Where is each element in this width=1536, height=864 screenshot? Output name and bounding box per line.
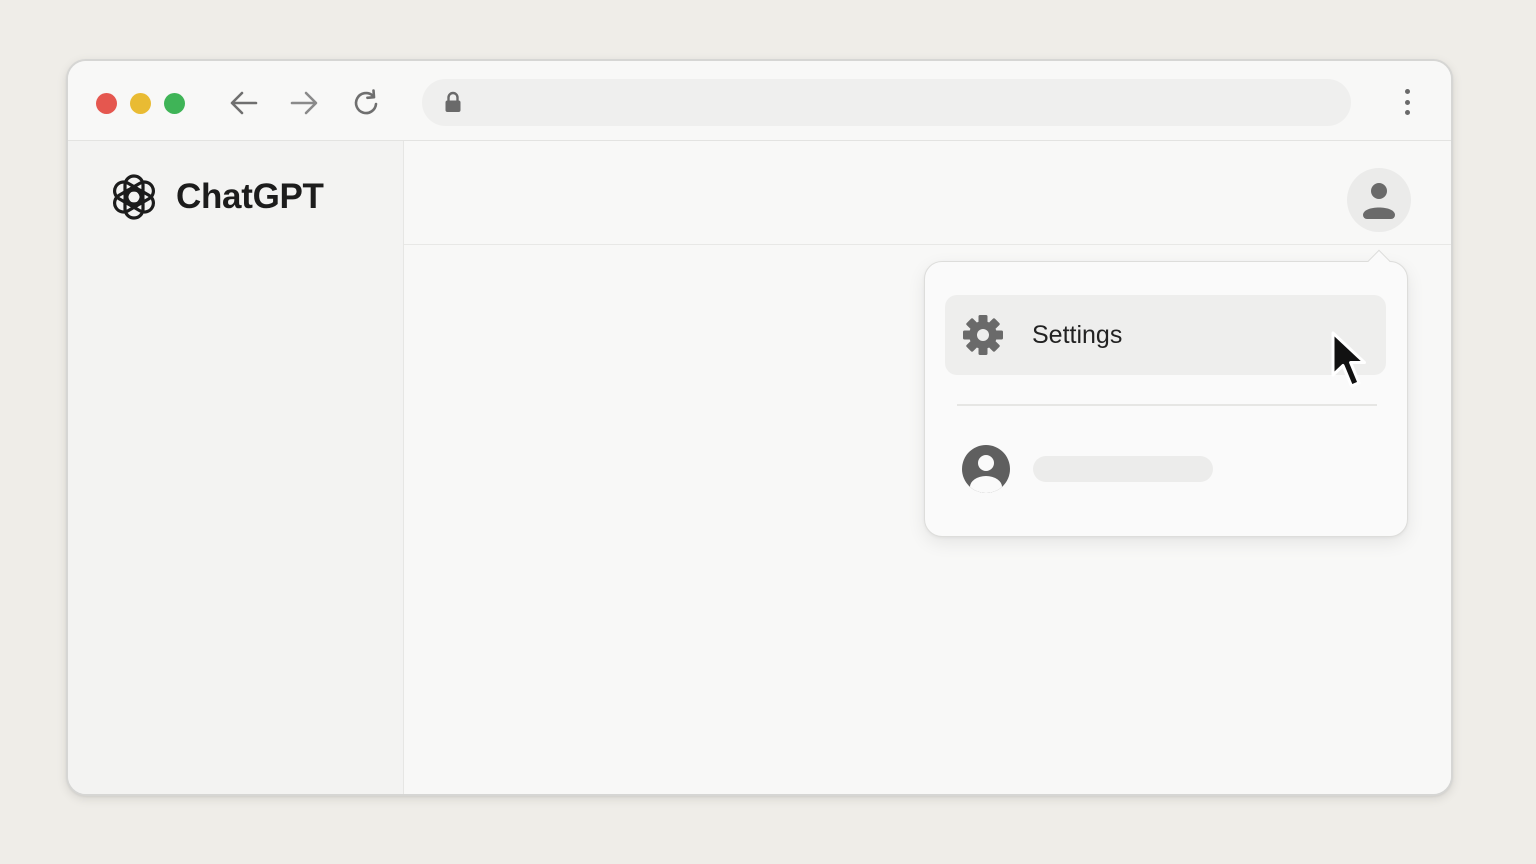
brand[interactable]: ChatGPT [108, 171, 324, 223]
account-dropdown-menu: Settings [924, 249, 1408, 537]
browser-toolbar [68, 61, 1451, 141]
arrow-right-icon [290, 91, 318, 115]
close-window-button[interactable] [96, 93, 117, 114]
menu-item-settings[interactable]: Settings [945, 295, 1386, 375]
browser-window: ChatGPT Settings [66, 59, 1453, 796]
maximize-window-button[interactable] [164, 93, 185, 114]
main-header [404, 141, 1451, 245]
user-circle-icon [962, 445, 1010, 493]
back-button[interactable] [227, 87, 261, 119]
minimize-window-button[interactable] [130, 93, 151, 114]
brand-name: ChatGPT [176, 177, 324, 216]
lock-icon [445, 91, 461, 112]
profile-avatar-button[interactable] [1347, 168, 1411, 232]
mouse-pointer-icon [1331, 331, 1366, 388]
browser-menu-button[interactable] [1401, 87, 1413, 117]
arrow-left-icon [230, 91, 258, 115]
more-vertical-icon [1404, 89, 1410, 94]
reload-icon [354, 89, 378, 115]
menu-divider [957, 404, 1377, 406]
account-name-placeholder [1033, 456, 1213, 482]
sidebar: ChatGPT [68, 141, 404, 794]
settings-label: Settings [1032, 320, 1123, 349]
user-icon [1363, 183, 1395, 219]
forward-button[interactable] [287, 87, 321, 119]
address-bar[interactable] [422, 79, 1351, 126]
gear-icon [963, 315, 1003, 355]
reload-button[interactable] [350, 87, 384, 119]
openai-logo-icon [113, 174, 155, 220]
menu-item-account[interactable] [961, 444, 1213, 494]
